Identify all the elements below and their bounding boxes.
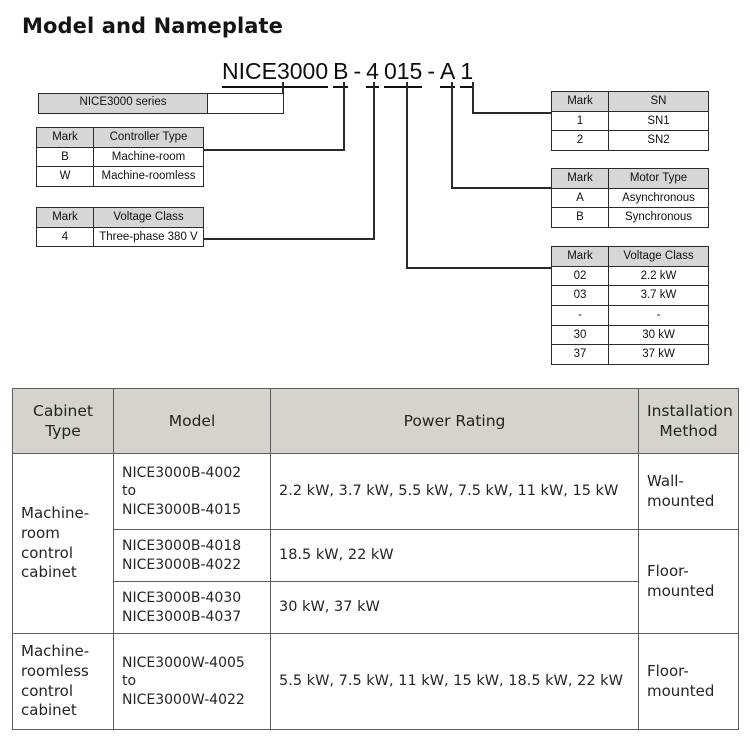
- cell-power-rating: 2.2 kW, 3.7 kW, 5.5 kW, 7.5 kW, 11 kW, 1…: [270, 453, 639, 530]
- cell-value: SN2: [608, 130, 709, 152]
- code-controller-type: B: [333, 58, 349, 88]
- code-voltage-class: 4: [366, 58, 379, 88]
- col-header-mark: Mark: [551, 91, 609, 112]
- table-row: Mark Voltage Class: [551, 246, 709, 267]
- series-banner: NICE3000 series: [38, 93, 208, 114]
- cell-mark: 2: [551, 130, 609, 152]
- code-motor-type: A: [439, 58, 456, 88]
- col-header-sn: SN: [608, 91, 709, 112]
- table-row: 03 3.7 kW: [551, 285, 709, 307]
- cell-mark: -: [551, 305, 609, 326]
- cell-installation-method: Wall- mounted: [638, 453, 739, 530]
- code-dash-1: -: [353, 58, 362, 84]
- table-row: 1 SN1: [551, 110, 709, 132]
- table-row: W Machine-roomless: [36, 166, 204, 188]
- table-row: 02 2.2 kW: [551, 265, 709, 287]
- col-header-power-rating: Power Rating: [270, 388, 639, 454]
- cell-value: Machine-room: [93, 146, 204, 168]
- series-banner-label: NICE3000 series: [79, 96, 167, 108]
- table-row: Machine- roomless control cabinet NICE30…: [12, 633, 739, 730]
- cell-power-rating: 18.5 kW, 22 kW: [270, 529, 639, 582]
- legend-sn: Mark SN 1 SN1 2 SN2: [551, 91, 709, 152]
- table-row: - -: [551, 305, 709, 326]
- code-dash-2: -: [427, 58, 435, 84]
- table-row: NICE3000B-4018 NICE3000B-4022 18.5 kW, 2…: [13, 529, 739, 634]
- col-header-cabinet-type: Cabinet Type: [12, 388, 114, 454]
- table-header-row: Cabinet Type Model Power Rating Installa…: [12, 388, 739, 454]
- cell-mark: 4: [36, 226, 94, 248]
- col-header-mark: Mark: [36, 207, 94, 228]
- cell-value: 2.2 kW: [608, 265, 709, 287]
- legend-voltage-class: Mark Voltage Class 4 Three-phase 380 V: [36, 207, 204, 248]
- table-row: Mark Controller Type: [36, 127, 204, 148]
- cell-installation-method: Floor- mounted: [638, 529, 739, 634]
- cell-mark: 02: [551, 265, 609, 287]
- cell-value: Synchronous: [608, 207, 709, 229]
- col-header-model: Model: [113, 388, 271, 454]
- cell-model: NICE3000B-4002 to NICE3000B-4015: [113, 453, 271, 530]
- cell-mark: B: [36, 146, 94, 168]
- col-header-controller-type: Controller Type: [93, 127, 204, 148]
- cell-value: 37 kW: [608, 344, 709, 366]
- cell-model: NICE3000B-4018 NICE3000B-4022: [113, 529, 271, 582]
- cell-installation-method: Floor- mounted: [638, 633, 739, 730]
- cell-mark: 03: [551, 285, 609, 307]
- cell-value: Asynchronous: [608, 187, 709, 209]
- col-header-mark: Mark: [36, 127, 94, 148]
- table-row: 37 37 kW: [551, 344, 709, 366]
- specification-table: Cabinet Type Model Power Rating Installa…: [12, 388, 739, 730]
- table-row: 30 30 kW: [551, 324, 709, 346]
- code-sn: 1: [460, 58, 474, 88]
- cell-value: Three-phase 380 V: [93, 226, 204, 248]
- cell-power-rating: 5.5 kW, 7.5 kW, 11 kW, 15 kW, 18.5 kW, 2…: [270, 633, 639, 730]
- cell-value: SN1: [608, 110, 709, 132]
- col-header-motor-type: Motor Type: [608, 168, 709, 189]
- table-row: Mark Motor Type: [551, 168, 709, 189]
- cell-power-rating: 30 kW, 37 kW: [270, 581, 639, 634]
- table-row: Mark Voltage Class: [36, 207, 204, 228]
- col-header-installation-method: Installation Method: [638, 388, 739, 454]
- cell-mark: A: [551, 187, 609, 209]
- table-row: B Synchronous: [551, 207, 709, 229]
- cell-model: NICE3000W-4005 to NICE3000W-4022: [113, 633, 271, 730]
- cell-value: 30 kW: [608, 324, 709, 346]
- table-row: Mark SN: [551, 91, 709, 112]
- legend-motor-type: Mark Motor Type A Asynchronous B Synchro…: [551, 168, 709, 229]
- legend-power-class: Mark Voltage Class 02 2.2 kW 03 3.7 kW -…: [551, 246, 709, 366]
- cell-cabinet-type: Machine- roomless control cabinet: [12, 633, 114, 730]
- cell-value: 3.7 kW: [608, 285, 709, 307]
- col-header-voltage-class: Voltage Class: [93, 207, 204, 228]
- legend-controller-type: Mark Controller Type B Machine-room W Ma…: [36, 127, 204, 188]
- page-title: Model and Nameplate: [22, 14, 284, 38]
- cell-mark: W: [36, 166, 94, 188]
- cell-mark: 30: [551, 324, 609, 346]
- cell-value: Machine-roomless: [93, 166, 204, 188]
- code-series: NICE3000: [222, 58, 329, 88]
- nameplate-diagram-page: Model and Nameplate NICE3000 B -4 015- A 1 NI…: [0, 0, 750, 750]
- table-row: 2 SN2: [551, 130, 709, 152]
- table-row: Machine- room control cabinet NICE3000B-…: [12, 453, 739, 634]
- code-power: 015: [383, 58, 423, 88]
- table-row: 4 Three-phase 380 V: [36, 226, 204, 248]
- table-row: A Asynchronous: [551, 187, 709, 209]
- cell-mark: 1: [551, 110, 609, 132]
- table-row: NICE3000B-4030 NICE3000B-4037 30 kW, 37 …: [13, 581, 739, 634]
- cell-mark: B: [551, 207, 609, 229]
- model-code-string: NICE3000 B -4 015- A 1: [222, 58, 474, 88]
- col-header-power-class: Voltage Class: [608, 246, 709, 267]
- col-header-mark: Mark: [551, 246, 609, 267]
- cell-cabinet-type: Machine- room control cabinet: [12, 453, 114, 634]
- cell-value: -: [608, 305, 709, 326]
- series-banner-tail: [206, 93, 284, 114]
- col-header-mark: Mark: [551, 168, 609, 189]
- table-row: B Machine-room: [36, 146, 204, 168]
- cell-mark: 37: [551, 344, 609, 366]
- cell-model: NICE3000B-4030 NICE3000B-4037: [113, 581, 271, 634]
